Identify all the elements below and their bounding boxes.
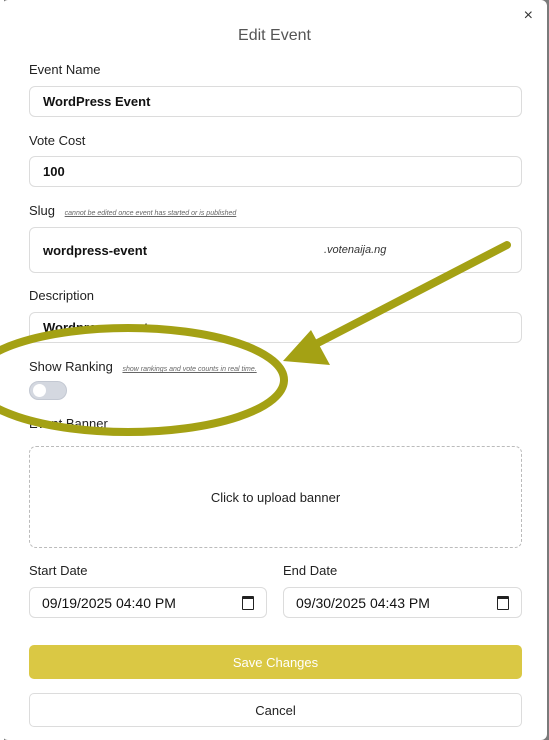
slug-value: wordpress-event	[43, 242, 148, 258]
show-ranking-label: Show Ranking	[29, 359, 113, 374]
cancel-button[interactable]: Cancel	[29, 693, 522, 727]
start-date-input[interactable]: 09/19/2025 04:40 PM	[29, 587, 267, 618]
event-name-input[interactable]: WordPress Event	[29, 86, 522, 117]
calendar-icon[interactable]	[497, 595, 509, 610]
toggle-knob	[33, 384, 46, 397]
vote-cost-label: Vote Cost	[29, 133, 86, 148]
description-label: Description	[29, 288, 95, 303]
start-date-label: Start Date	[29, 563, 88, 578]
banner-upload-area[interactable]: Click to upload banner	[29, 446, 522, 548]
slug-domain-suffix: .votenaija.ng	[324, 244, 387, 256]
slug-label-row: Slug cannot be edited once event has sta…	[29, 203, 236, 218]
event-name-value: WordPress Event	[43, 94, 151, 109]
end-date-label: End Date	[283, 563, 338, 578]
event-name-label: Event Name	[29, 62, 101, 77]
description-input[interactable]: Wordpress event	[29, 312, 522, 343]
slug-input[interactable]: wordpress-event .votenaija.ng	[29, 227, 522, 273]
end-date-input[interactable]: 09/30/2025 04:43 PM	[283, 587, 522, 618]
show-ranking-hint: show rankings and vote counts in real ti…	[122, 366, 257, 373]
edit-event-modal: × Edit Event Event Name WordPress Event …	[2, 0, 547, 740]
start-date-value: 09/19/2025 04:40 PM	[42, 594, 176, 611]
show-ranking-label-row: Show Ranking show rankings and vote coun…	[29, 359, 257, 374]
close-icon[interactable]: ×	[524, 8, 533, 24]
slug-hint: cannot be edited once event has started …	[64, 210, 237, 217]
show-ranking-toggle[interactable]	[29, 381, 67, 400]
event-banner-label: Event Banner	[29, 416, 108, 431]
upload-text: Click to upload banner	[210, 489, 341, 505]
description-value: Wordpress event	[43, 320, 149, 335]
end-date-value: 09/30/2025 04:43 PM	[296, 594, 430, 611]
calendar-icon[interactable]	[242, 595, 254, 610]
vote-cost-input[interactable]: 100	[29, 156, 522, 187]
save-changes-button[interactable]: Save Changes	[29, 645, 522, 679]
modal-title: Edit Event	[238, 27, 311, 44]
slug-label: Slug	[29, 203, 56, 218]
vote-cost-value: 100	[43, 164, 65, 179]
